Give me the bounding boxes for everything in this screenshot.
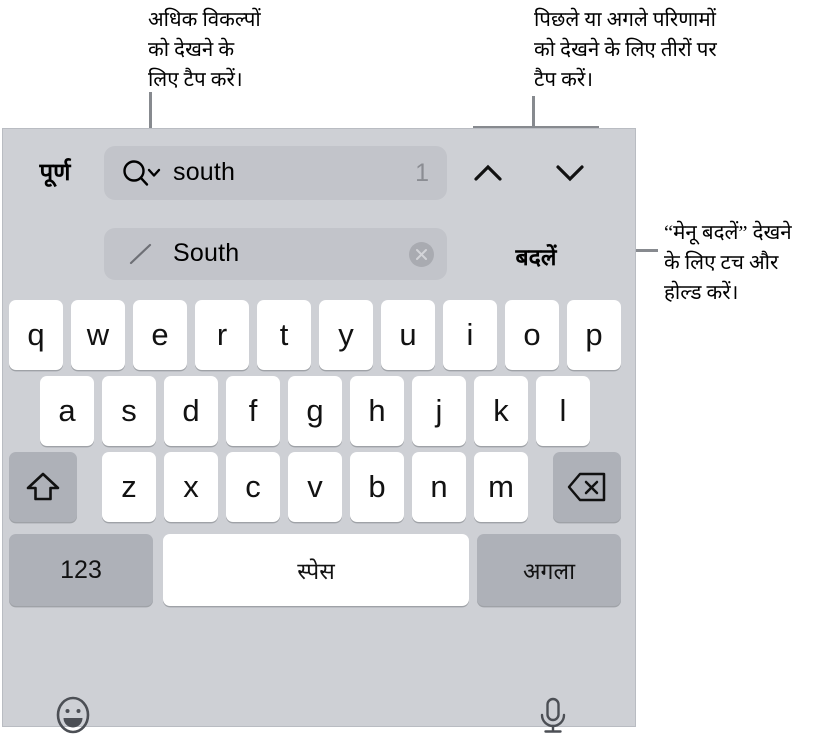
keyboard-row-2: a s d f g h j k l: [3, 376, 637, 446]
key-h[interactable]: h: [350, 376, 404, 446]
key-z[interactable]: z: [102, 452, 156, 522]
key-j[interactable]: j: [412, 376, 466, 446]
keyboard-row-4: 123 स्पेस अगला: [3, 534, 637, 606]
search-magnifier-with-chevron-icon[interactable]: [121, 159, 163, 187]
keyboard-row-utility: [3, 696, 637, 734]
shift-up-arrow-icon: [25, 470, 61, 504]
key-r[interactable]: r: [195, 300, 249, 370]
replace-input[interactable]: South: [104, 228, 447, 280]
key-n[interactable]: n: [412, 452, 466, 522]
backspace-delete-icon: [566, 471, 608, 503]
key-l[interactable]: l: [536, 376, 590, 446]
key-p[interactable]: p: [567, 300, 621, 370]
microphone-icon: [531, 697, 575, 741]
next-key[interactable]: अगला: [477, 534, 621, 606]
clear-replace-button[interactable]: [409, 242, 434, 267]
key-b[interactable]: b: [350, 452, 404, 522]
key-x[interactable]: x: [164, 452, 218, 522]
replace-bar: South बदलें: [3, 218, 637, 288]
space-key[interactable]: स्पेस: [163, 534, 469, 606]
callout-arrows: पिछले या अगले परिणामों को देखने के लिए त…: [534, 9, 717, 91]
key-f[interactable]: f: [226, 376, 280, 446]
key-o[interactable]: o: [505, 300, 559, 370]
key-k[interactable]: k: [474, 376, 528, 446]
replace-input-value: South: [173, 239, 240, 267]
key-q[interactable]: q: [9, 300, 63, 370]
leader-line-arrows-stem: [532, 96, 535, 128]
previous-result-button[interactable]: [461, 146, 515, 200]
key-w[interactable]: w: [71, 300, 125, 370]
match-count-label: 1: [415, 159, 429, 187]
key-d[interactable]: d: [164, 376, 218, 446]
key-g[interactable]: g: [288, 376, 342, 446]
key-c[interactable]: c: [226, 452, 280, 522]
key-i[interactable]: i: [443, 300, 497, 370]
pencil-edit-icon: [128, 242, 154, 266]
emoji-smiley-icon: [51, 696, 95, 741]
keyboard-row-1: q w e r t y u i o p: [3, 300, 637, 370]
onscreen-keyboard: q w e r t y u i o p a s d f g h j k l z …: [3, 288, 637, 734]
callout-more-options: अधिक विकल्पों को देखने के लिए टैप करें।: [148, 9, 261, 91]
shift-key[interactable]: [9, 452, 77, 522]
emoji-key[interactable]: [51, 693, 95, 737]
backspace-key[interactable]: [553, 452, 621, 522]
find-bar: पूर्ण south 1: [3, 129, 637, 218]
key-t[interactable]: t: [257, 300, 311, 370]
done-button[interactable]: पूर्ण: [17, 155, 93, 188]
device-screen-panel: पूर्ण south 1 South बदलें q w e r t y u …: [2, 128, 637, 734]
search-input-value: south: [173, 158, 236, 186]
dictation-key[interactable]: [531, 693, 575, 737]
key-v[interactable]: v: [288, 452, 342, 522]
numeric-key[interactable]: 123: [9, 534, 153, 606]
key-e[interactable]: e: [133, 300, 187, 370]
search-input[interactable]: south 1: [104, 146, 447, 200]
key-u[interactable]: u: [381, 300, 435, 370]
key-a[interactable]: a: [40, 376, 94, 446]
key-m[interactable]: m: [474, 452, 528, 522]
replace-button[interactable]: बदलें: [481, 240, 591, 272]
next-result-button[interactable]: [543, 146, 597, 200]
key-y[interactable]: y: [319, 300, 373, 370]
key-s[interactable]: s: [102, 376, 156, 446]
callout-replace-menu: “मेनू बदलें” देखने के लिए टच और होल्ड कर…: [664, 222, 792, 304]
keyboard-row-3: z x c v b n m: [3, 452, 637, 522]
